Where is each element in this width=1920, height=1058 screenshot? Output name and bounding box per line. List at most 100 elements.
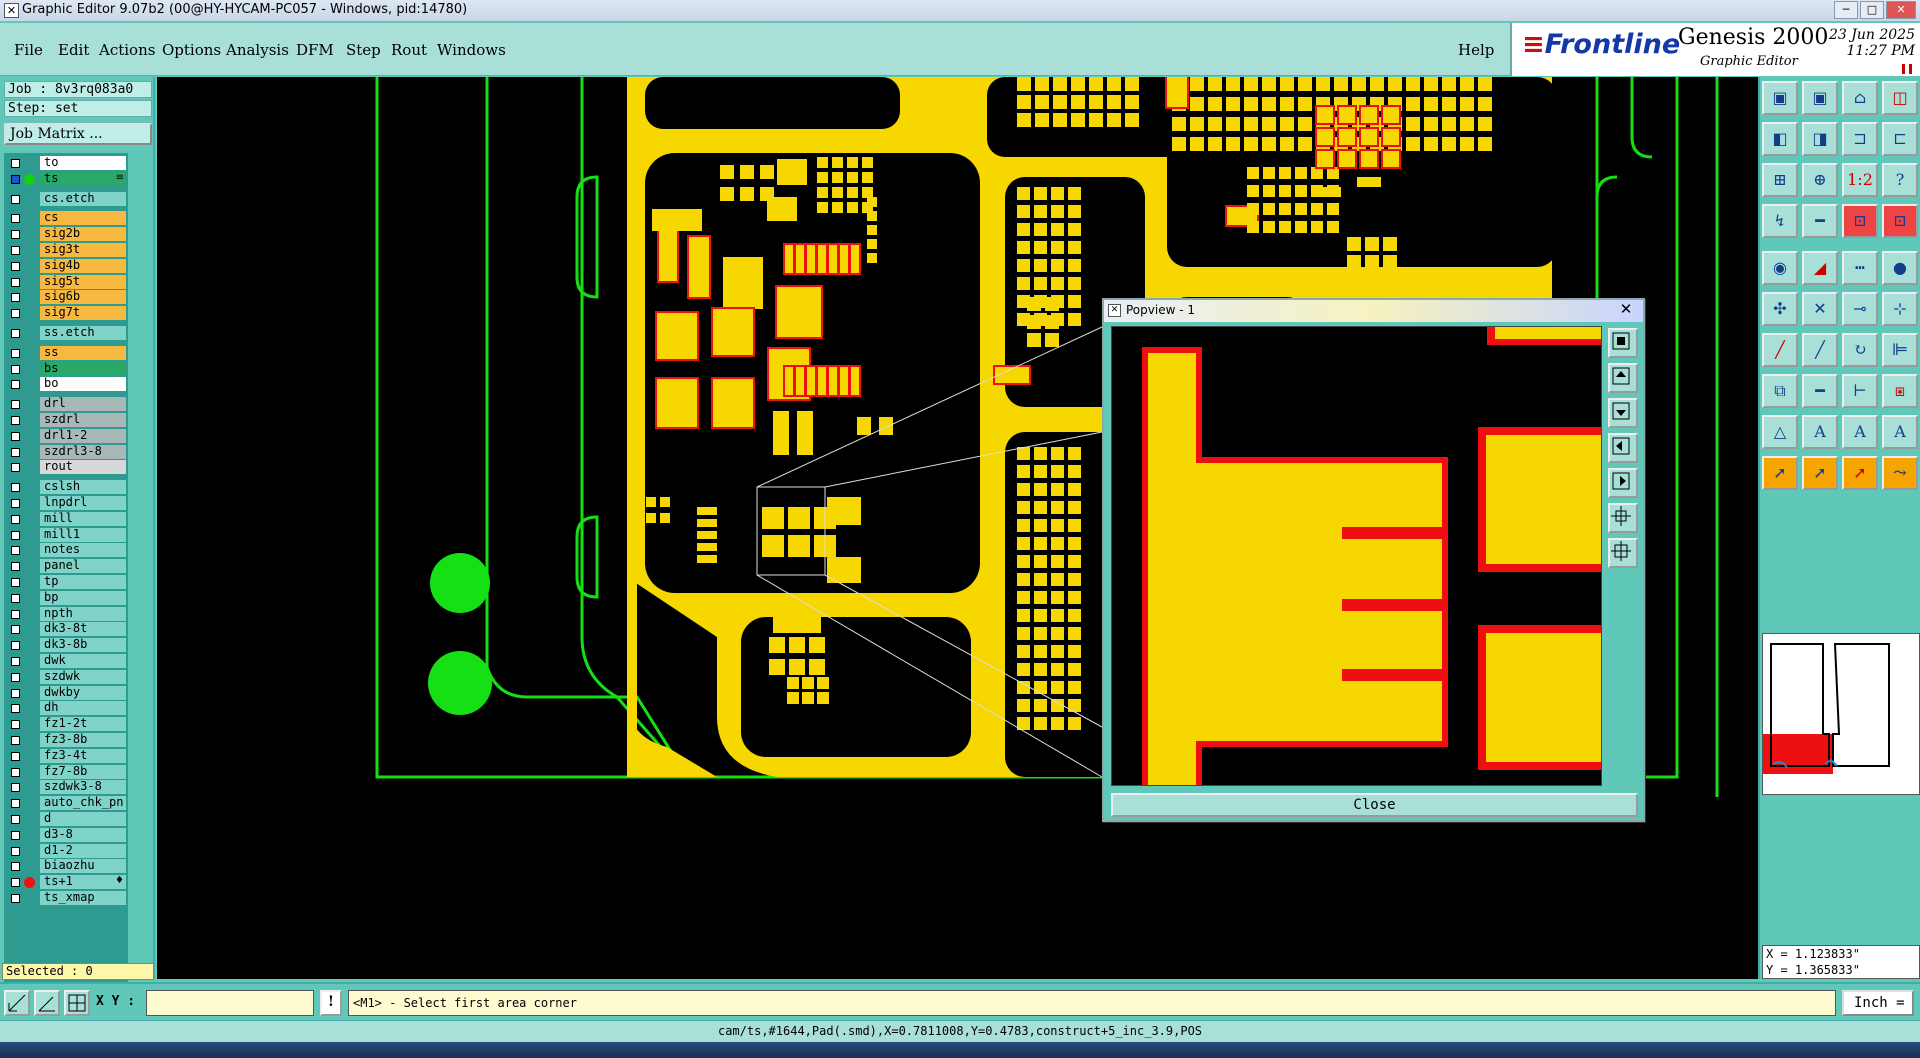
popview-zoom-out-button[interactable] — [1608, 398, 1638, 428]
pad-button[interactable]: ◉ — [1762, 251, 1798, 285]
layer-name[interactable]: mill — [40, 511, 126, 526]
layer-row[interactable]: szdrl — [4, 413, 128, 428]
layer-display-dot-icon[interactable] — [24, 173, 35, 185]
layer-checkbox[interactable] — [11, 416, 20, 425]
popview-close-button[interactable]: Close — [1111, 793, 1638, 817]
layer-row[interactable]: fz7-8b — [4, 764, 128, 780]
scale-1-2-button[interactable]: 1:2 — [1842, 163, 1878, 197]
xy-input[interactable] — [146, 990, 314, 1016]
layer-row[interactable]: notes — [4, 543, 128, 558]
red-line-button[interactable]: ╱ — [1802, 333, 1838, 367]
pan-right-button[interactable]: ◨ — [1802, 122, 1838, 156]
layer-checkbox[interactable] — [11, 293, 20, 303]
layer-row[interactable]: szdwk3-8 — [4, 780, 128, 795]
layer-checkbox[interactable] — [11, 546, 20, 556]
layer-name[interactable]: sig3t — [40, 243, 126, 257]
layer-row[interactable]: sig2b — [4, 227, 128, 242]
zoom-prev-button[interactable]: ▣ — [1802, 81, 1838, 115]
layer-name[interactable]: notes — [40, 543, 126, 558]
layer-name[interactable]: to — [40, 156, 126, 170]
popview-pan-left-button[interactable] — [1608, 433, 1638, 463]
snap-edge-button[interactable]: ⊡ — [1882, 204, 1918, 238]
popview-zoom-in-button[interactable] — [1608, 363, 1638, 393]
layer-row[interactable]: sig7t — [4, 306, 128, 321]
layer-row[interactable]: sig6b — [4, 290, 128, 305]
layer-name[interactable]: dk3-8b — [40, 638, 126, 653]
layer-name[interactable]: sig6b — [40, 290, 126, 305]
layer-checkbox[interactable] — [11, 578, 20, 587]
arc-cut-button[interactable]: ◢ — [1802, 251, 1838, 285]
layer-checkbox[interactable] — [11, 625, 20, 635]
layer-name[interactable]: szdrl — [40, 413, 126, 427]
layer-name[interactable]: drl — [40, 397, 126, 412]
layer-name[interactable]: bo — [40, 377, 126, 392]
layer-checkbox[interactable] — [11, 815, 20, 824]
rotate-button[interactable]: ↻ — [1842, 333, 1878, 367]
layer-checkbox[interactable] — [11, 463, 20, 473]
layer-checkbox[interactable] — [11, 799, 20, 809]
popview-fit-button[interactable] — [1608, 503, 1638, 533]
layer-name[interactable]: sig2b — [40, 227, 126, 242]
layer-checkbox[interactable] — [11, 329, 20, 338]
layer-row[interactable]: bp — [4, 590, 128, 606]
split-button[interactable]: ⊢ — [1842, 374, 1878, 408]
layer-row[interactable]: lnpdrl — [4, 496, 128, 511]
menu-windows[interactable]: Windows — [437, 41, 506, 59]
pan-left-button[interactable]: ◧ — [1762, 122, 1798, 156]
measure-button[interactable]: ↯ — [1762, 204, 1798, 238]
layer-checkbox[interactable] — [11, 878, 20, 888]
layer-name[interactable]: tp — [40, 575, 126, 589]
layer-row[interactable]: panel — [4, 559, 128, 574]
overview-map[interactable] — [1762, 633, 1920, 795]
select-button[interactable]: ➚ — [1802, 456, 1838, 490]
layer-checkbox[interactable] — [11, 672, 20, 682]
layer-checkbox[interactable] — [11, 830, 20, 840]
layer-row[interactable]: ts ≡ — [4, 171, 128, 187]
layer-row[interactable]: to — [4, 156, 128, 171]
layer-name[interactable]: dh — [40, 701, 126, 716]
close-window-button[interactable]: ✕ — [1886, 1, 1916, 19]
angle-mode-button[interactable] — [34, 990, 60, 1016]
menu-analysis[interactable]: Analysis — [226, 41, 289, 59]
layer-name[interactable]: sig7t — [40, 306, 126, 321]
layer-row[interactable]: biaozhu — [4, 859, 128, 874]
layer-row[interactable]: fz3-8b — [4, 733, 128, 748]
layer-name[interactable]: fz1-2t — [40, 717, 126, 732]
layer-row[interactable]: cs — [4, 211, 128, 226]
layer-row[interactable]: dwk — [4, 654, 128, 669]
layer-row[interactable]: ts_xmap — [4, 891, 128, 906]
zoom-area-button[interactable]: ⊐ — [1842, 122, 1878, 156]
layer-checkbox[interactable] — [11, 400, 20, 410]
layer-checkbox[interactable] — [11, 194, 20, 204]
cross-node-button[interactable]: ✕ — [1802, 292, 1838, 326]
layer-row[interactable]: rout — [4, 460, 128, 475]
triangle-button[interactable]: △ — [1762, 415, 1798, 449]
layer-name[interactable]: szdwk3-8 — [40, 780, 126, 795]
layer-name[interactable]: dk3-8t — [40, 622, 126, 637]
layer-row[interactable]: ss — [4, 345, 128, 361]
layer-checkbox[interactable] — [11, 767, 20, 777]
layer-name[interactable]: ts_xmap — [40, 891, 126, 905]
popview-zoom-home-button[interactable] — [1608, 328, 1638, 358]
layer-checkbox[interactable] — [11, 309, 20, 319]
layer-name[interactable]: ts+1 — [40, 875, 126, 890]
minimize-button[interactable]: ─ — [1834, 1, 1858, 19]
layer-row[interactable]: sig5t — [4, 274, 128, 290]
menu-step[interactable]: Step — [346, 41, 381, 59]
layer-row[interactable]: drl — [4, 397, 128, 412]
layer-checkbox[interactable] — [11, 230, 20, 240]
layer-row[interactable]: d3-8 — [4, 827, 128, 843]
layer-display-dot-icon[interactable] — [24, 877, 35, 889]
draw-line-button[interactable]: ╱ — [1762, 333, 1798, 367]
graphic-canvas[interactable]: ✕ Popview - 1 ✕ Close — [157, 77, 1758, 979]
zoom-all-button[interactable]: ⊞ — [1762, 163, 1798, 197]
layer-name[interactable]: npth — [40, 606, 126, 621]
layer-name[interactable]: auto_chk_pn — [40, 796, 126, 811]
layer-checkbox[interactable] — [11, 261, 20, 271]
align-button[interactable]: ⊫ — [1882, 333, 1918, 367]
layer-checkbox[interactable] — [11, 447, 20, 457]
layer-checkbox[interactable] — [11, 562, 20, 572]
layer-checkbox[interactable] — [11, 720, 20, 730]
layer-checkbox[interactable] — [11, 514, 20, 524]
layer-name[interactable]: sig4b — [40, 258, 126, 273]
